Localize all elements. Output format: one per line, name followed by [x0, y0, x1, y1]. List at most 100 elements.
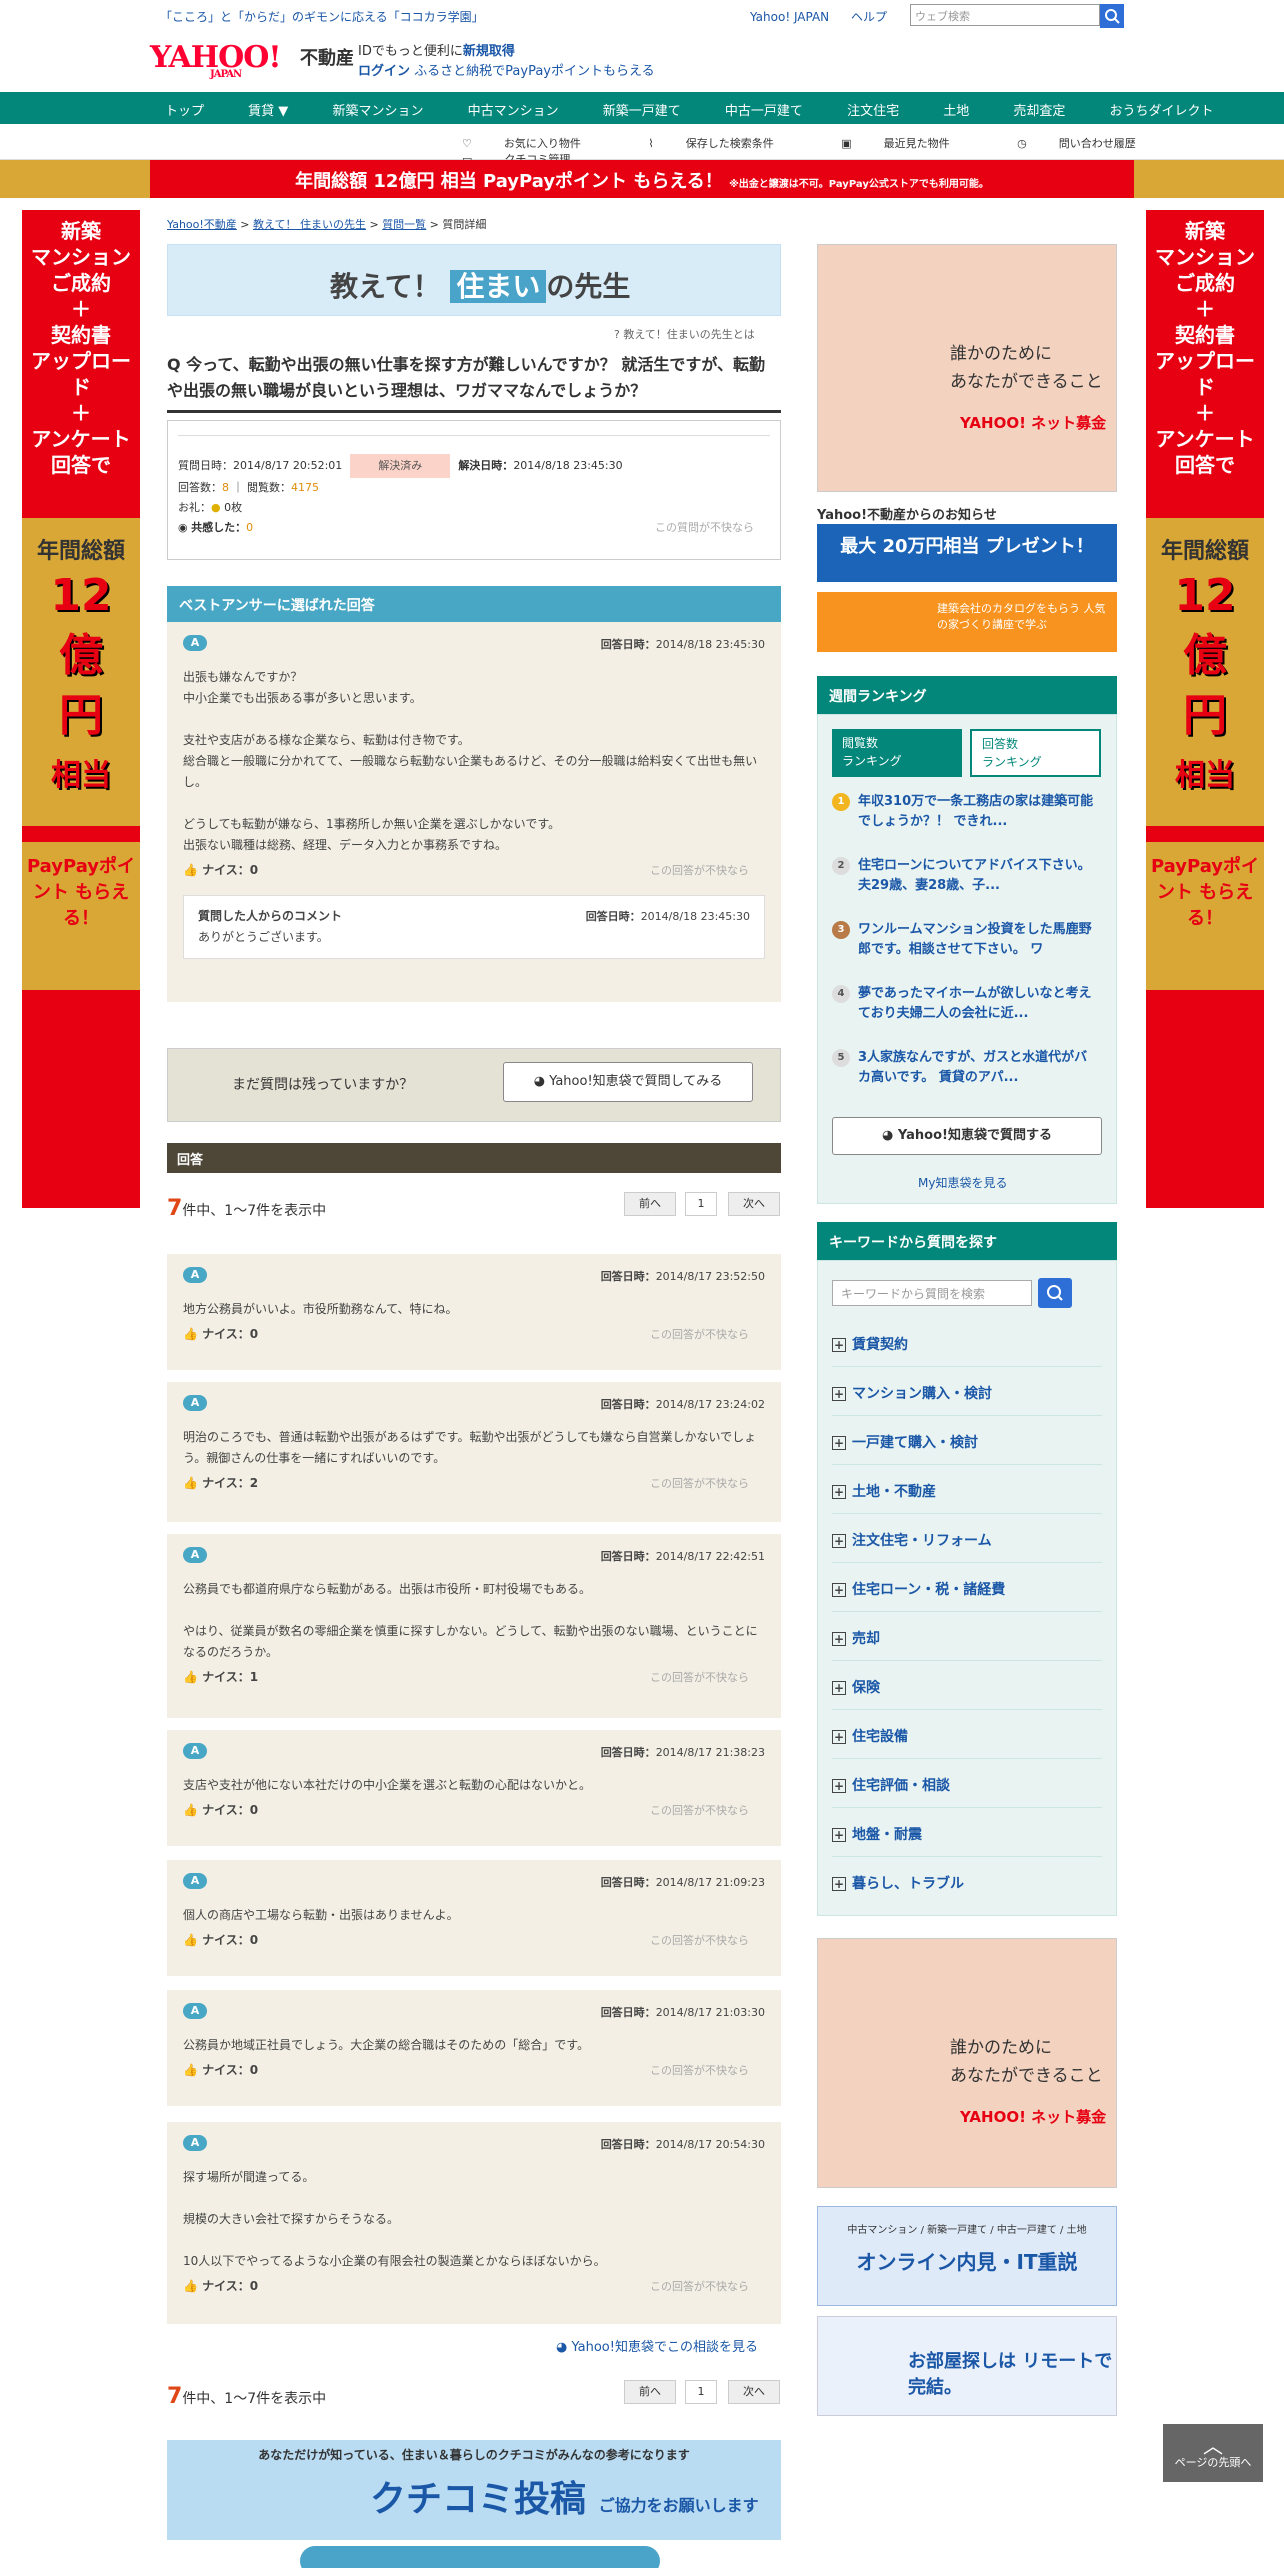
search-button[interactable] [1100, 4, 1124, 28]
saved-search-link[interactable]: ⌇ 保存した検索条件 [648, 135, 805, 151]
side-ad-left[interactable]: 新築 マンション ご成約 ＋ 契約書 アップロード ＋ アンケート 回答で 年間… [22, 210, 140, 1208]
signup-link[interactable]: 新規取得 [463, 44, 515, 59]
tab-answers-ranking[interactable]: 回答数 ランキング [970, 729, 1101, 777]
nice-button[interactable]: 👍 ナイス：0 [183, 2279, 258, 2293]
report-answer-link[interactable]: この回答が不快なら [650, 2276, 749, 2297]
ranking-item[interactable]: 2 住宅ローンについてアドバイス下さい。 夫29歳、妻28歳、子... [832, 856, 1102, 896]
plus-icon: + [832, 1387, 846, 1401]
prev-button[interactable]: 前へ [624, 1192, 676, 1216]
category-item[interactable]: + 保険 [832, 1677, 1102, 1710]
notice-title: Yahoo!不動産からのお知らせ [817, 508, 997, 523]
crumb-list[interactable]: 質問一覧 [382, 218, 426, 231]
keyword-search-input[interactable]: キーワードから質問を検索 [832, 1280, 1032, 1306]
nice-button[interactable]: 👍 ナイス：1 [183, 1670, 258, 1684]
donation-ad-brand: YAHOO! ネット募金 [960, 414, 1107, 432]
report-answer-link[interactable]: この回答が不快なら [650, 2060, 749, 2081]
report-answer-link[interactable]: この回答が不快なら [650, 1800, 749, 1821]
gnav-new-mansion[interactable]: 新築マンション [332, 100, 423, 119]
category-item[interactable]: + 一戸建て購入・検討 [832, 1432, 1102, 1465]
gnav-rent[interactable]: 賃貸 ▼ [248, 100, 288, 119]
ask-question-button[interactable]: ◕ Yahoo!知恵袋で質問する [832, 1117, 1102, 1155]
gnav-custom-house[interactable]: 注文住宅 [847, 100, 899, 119]
ranking-item[interactable]: 3 ワンルームマンション投資をした馬鹿野郎です。相談させて下さい。 ワ [832, 920, 1102, 960]
inquiry-link[interactable]: ◷ 問い合わせ履歴 [1017, 135, 1168, 151]
answer-item: A 回答日時：2014/8/17 21:38:23 支店や支社が他にない本社だけ… [167, 1730, 781, 1846]
nice-button[interactable]: 👍 ナイス：0 [183, 1933, 258, 1947]
top-tagline-link[interactable]: 「こころ」と「からだ」のギモンに応える「ココカラ学園」 [160, 8, 484, 25]
answer-badge: A [183, 2135, 207, 2151]
my-chiebukuro-link[interactable]: My知恵袋を見る [918, 1174, 1007, 1191]
category-item[interactable]: + 売却 [832, 1628, 1102, 1661]
present-banner[interactable]: 最大 20万円相当 プレゼント！ [817, 524, 1117, 582]
result-count-bottom: 7件中、1～7件を表示中 [167, 2384, 327, 2409]
nice-button[interactable]: 👍 ナイス：0 [183, 863, 258, 877]
nice-button[interactable]: 👍 ナイス：2 [183, 1476, 258, 1490]
page-1[interactable]: 1 [685, 1192, 717, 1216]
category-item[interactable]: + 住宅評価・相談 [832, 1775, 1102, 1808]
best-answer-body: 出張も嫌なんですか？ 中小企業でも出張ある事が多いと思います。 支社や支店がある… [183, 670, 758, 852]
ask-chiebukuro-button[interactable]: ◕ Yahoo!知恵袋で質問してみる [503, 1062, 753, 1102]
prev-button-bottom[interactable]: 前へ [624, 2380, 676, 2404]
bottom-action-bar[interactable] [300, 2546, 660, 2568]
page-1-bottom[interactable]: 1 [685, 2380, 717, 2404]
help-link[interactable]: ヘルプ [851, 10, 887, 24]
yahoo-japan-link[interactable]: Yahoo! JAPAN [750, 10, 829, 24]
tab-views-ranking[interactable]: 閲覧数 ランキング [832, 729, 962, 777]
see-in-chiebukuro-link[interactable]: ◕ Yahoo!知恵袋でこの相談を見る [556, 2336, 758, 2355]
history-icon: ▣ [841, 137, 852, 150]
plus-icon: + [832, 1828, 846, 1842]
category-item[interactable]: + 土地・不動産 [832, 1481, 1102, 1514]
crumb-home[interactable]: Yahoo!不動産 [167, 218, 237, 231]
ranking-item[interactable]: 1 年収310万で一条工務店の家は建築可能でしょうか？！ できれ... [832, 792, 1102, 832]
report-answer-link[interactable]: この回答が不快なら [650, 1324, 749, 1345]
about-link[interactable]: ? 教えて！住まいの先生とは [614, 326, 755, 342]
login-link[interactable]: ログイン [358, 64, 410, 79]
site-name: 不動産 [300, 48, 354, 69]
answer-badge: A [183, 2003, 207, 2019]
report-answer-link[interactable]: この回答が不快なら [650, 1930, 749, 1951]
remote-room-banner[interactable]: お部屋探しは リモートで完結。 [817, 2316, 1117, 2416]
category-item[interactable]: + 賃貸契約 [832, 1334, 1102, 1367]
web-search-input[interactable]: ウェブ検索 [910, 4, 1100, 26]
gnav-sale[interactable]: 売却査定 [1013, 100, 1065, 119]
category-item[interactable]: + 注文住宅・リフォーム [832, 1530, 1102, 1563]
ranking-item[interactable]: 5 3人家族なんですが、ガスと水道代がバカ高いです。 賃貸のアパ... [832, 1048, 1102, 1088]
report-answer-link[interactable]: この回答が不快なら [650, 860, 749, 881]
online-viewing-banner[interactable]: 中古マンション / 新築一戸建て / 中古一戸建て / 土地 オンライン内見・IT… [817, 2206, 1117, 2306]
recent-link[interactable]: ▣ 最近見た物件 [841, 135, 981, 151]
plus-icon: + [832, 1436, 846, 1450]
nice-button[interactable]: 👍 ナイス：0 [183, 1803, 258, 1817]
favorite-link[interactable]: ♡ お気に入り物件 [462, 135, 613, 151]
nice-button[interactable]: 👍 ナイス：0 [183, 1327, 258, 1341]
report-answer-link[interactable]: この回答が不快なら [650, 1473, 749, 1494]
ranking-item[interactable]: 4 夢であったマイホームが欲しいなと考えており夫婦二人の会社に近... [832, 984, 1102, 1024]
furusato-link[interactable]: ふるさと納税でPayPayポイントもらえる [414, 64, 654, 79]
category-item[interactable]: + 暮らし、トラブル [832, 1873, 1102, 1905]
gnav-used-house[interactable]: 中古一戸建て [725, 100, 803, 119]
paypay-banner[interactable]: 年間総額 12億円 相当 PayPayポイント もらえる！ ※出金と譲渡は不可。… [150, 160, 1134, 198]
category-item[interactable]: + マンション購入・検討 [832, 1383, 1102, 1416]
gnav-used-mansion[interactable]: 中古マンション [468, 100, 559, 119]
category-item[interactable]: + 地盤・耐震 [832, 1824, 1102, 1857]
gnav-direct[interactable]: おうちダイレクト [1110, 100, 1214, 119]
category-item[interactable]: + 住宅設備 [832, 1726, 1102, 1759]
next-button-bottom[interactable]: 次へ [728, 2380, 780, 2404]
nice-button[interactable]: 👍 ナイス：0 [183, 2063, 258, 2077]
next-button[interactable]: 次へ [728, 1192, 780, 1216]
gnav-land[interactable]: 土地 [943, 100, 969, 119]
report-answer-link[interactable]: この回答が不快なら [650, 1667, 749, 1688]
side-ad-right[interactable]: 新築 マンション ご成約 ＋ 契約書 アップロード ＋ アンケート 回答で 年間… [1146, 210, 1264, 1208]
report-question-link[interactable]: この質問が不快なら [655, 518, 754, 538]
keyword-search-button[interactable] [1038, 1278, 1072, 1308]
catalog-banner[interactable]: 建築会社のカタログをもらう 人気の家づくり講座で学ぶ [817, 592, 1117, 652]
category-item[interactable]: + 住宅ローン・税・諸経費 [832, 1579, 1102, 1612]
gnav-new-house[interactable]: 新築一戸建て [603, 100, 681, 119]
answer-item: A 回答日時：2014/8/17 23:24:02 明治のころでも、普通は転勤や… [167, 1382, 781, 1522]
asked-date: 2014/8/17 20:52:01 [233, 459, 343, 472]
crumb-teacher[interactable]: 教えて！ 住まいの先生 [253, 218, 366, 231]
back-to-top-button[interactable]: ︿ ページの先頭へ [1163, 2424, 1263, 2482]
yahoo-logo[interactable]: YAHOO! JAPAN [150, 40, 282, 80]
answer-count: 8 [222, 481, 229, 494]
gnav-top[interactable]: トップ [165, 100, 204, 119]
coin-icon: ● [211, 501, 225, 514]
